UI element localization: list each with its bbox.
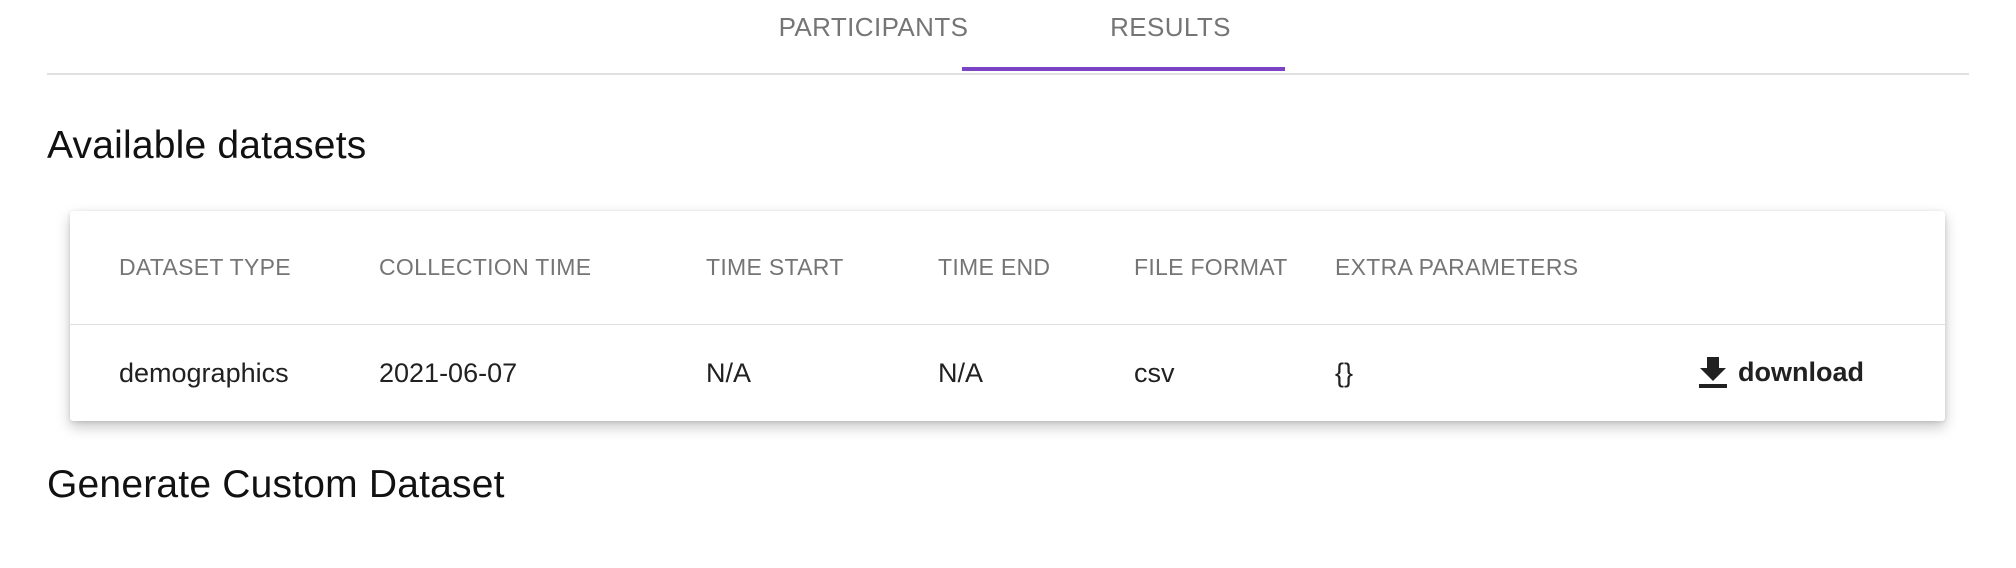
download-icon xyxy=(1698,355,1728,389)
cell-file-format: csv xyxy=(1134,358,1175,388)
table-row: demographics 2021-06-07 N/A N/A csv {} d… xyxy=(70,325,1945,421)
download-button[interactable]: download xyxy=(1692,349,1870,395)
cell-dataset-type: demographics xyxy=(119,358,289,388)
download-label: download xyxy=(1738,356,1864,387)
cell-collection-time: 2021-06-07 xyxy=(379,358,518,388)
datasets-table: DATASET TYPE COLLECTION TIME TIME START … xyxy=(70,211,1945,421)
generate-custom-dataset-heading: Generate Custom Dataset xyxy=(47,463,505,506)
cell-time-end: N/A xyxy=(938,358,984,388)
active-tab-indicator xyxy=(962,67,1285,71)
column-header-collection-time[interactable]: COLLECTION TIME xyxy=(379,254,591,281)
column-header-file-format[interactable]: FILE FORMAT xyxy=(1134,254,1288,281)
tab-results[interactable]: RESULTS xyxy=(1009,0,1332,73)
tab-participants[interactable]: PARTICIPANTS xyxy=(712,0,1035,73)
column-header-dataset-type[interactable]: DATASET TYPE xyxy=(119,254,291,281)
column-header-time-start[interactable]: TIME START xyxy=(706,254,844,281)
tab-bar: PARTICIPANTS RESULTS xyxy=(47,0,1969,75)
table-header-row: DATASET TYPE COLLECTION TIME TIME START … xyxy=(70,211,1945,325)
page: PARTICIPANTS RESULTS Available datasets … xyxy=(0,0,2016,568)
cell-extra-parameters: {} xyxy=(1335,358,1354,388)
available-datasets-heading: Available datasets xyxy=(47,124,367,167)
column-header-time-end[interactable]: TIME END xyxy=(938,254,1050,281)
cell-time-start: N/A xyxy=(706,358,752,388)
column-header-extra-parameters[interactable]: EXTRA PARAMETERS xyxy=(1335,254,1578,281)
